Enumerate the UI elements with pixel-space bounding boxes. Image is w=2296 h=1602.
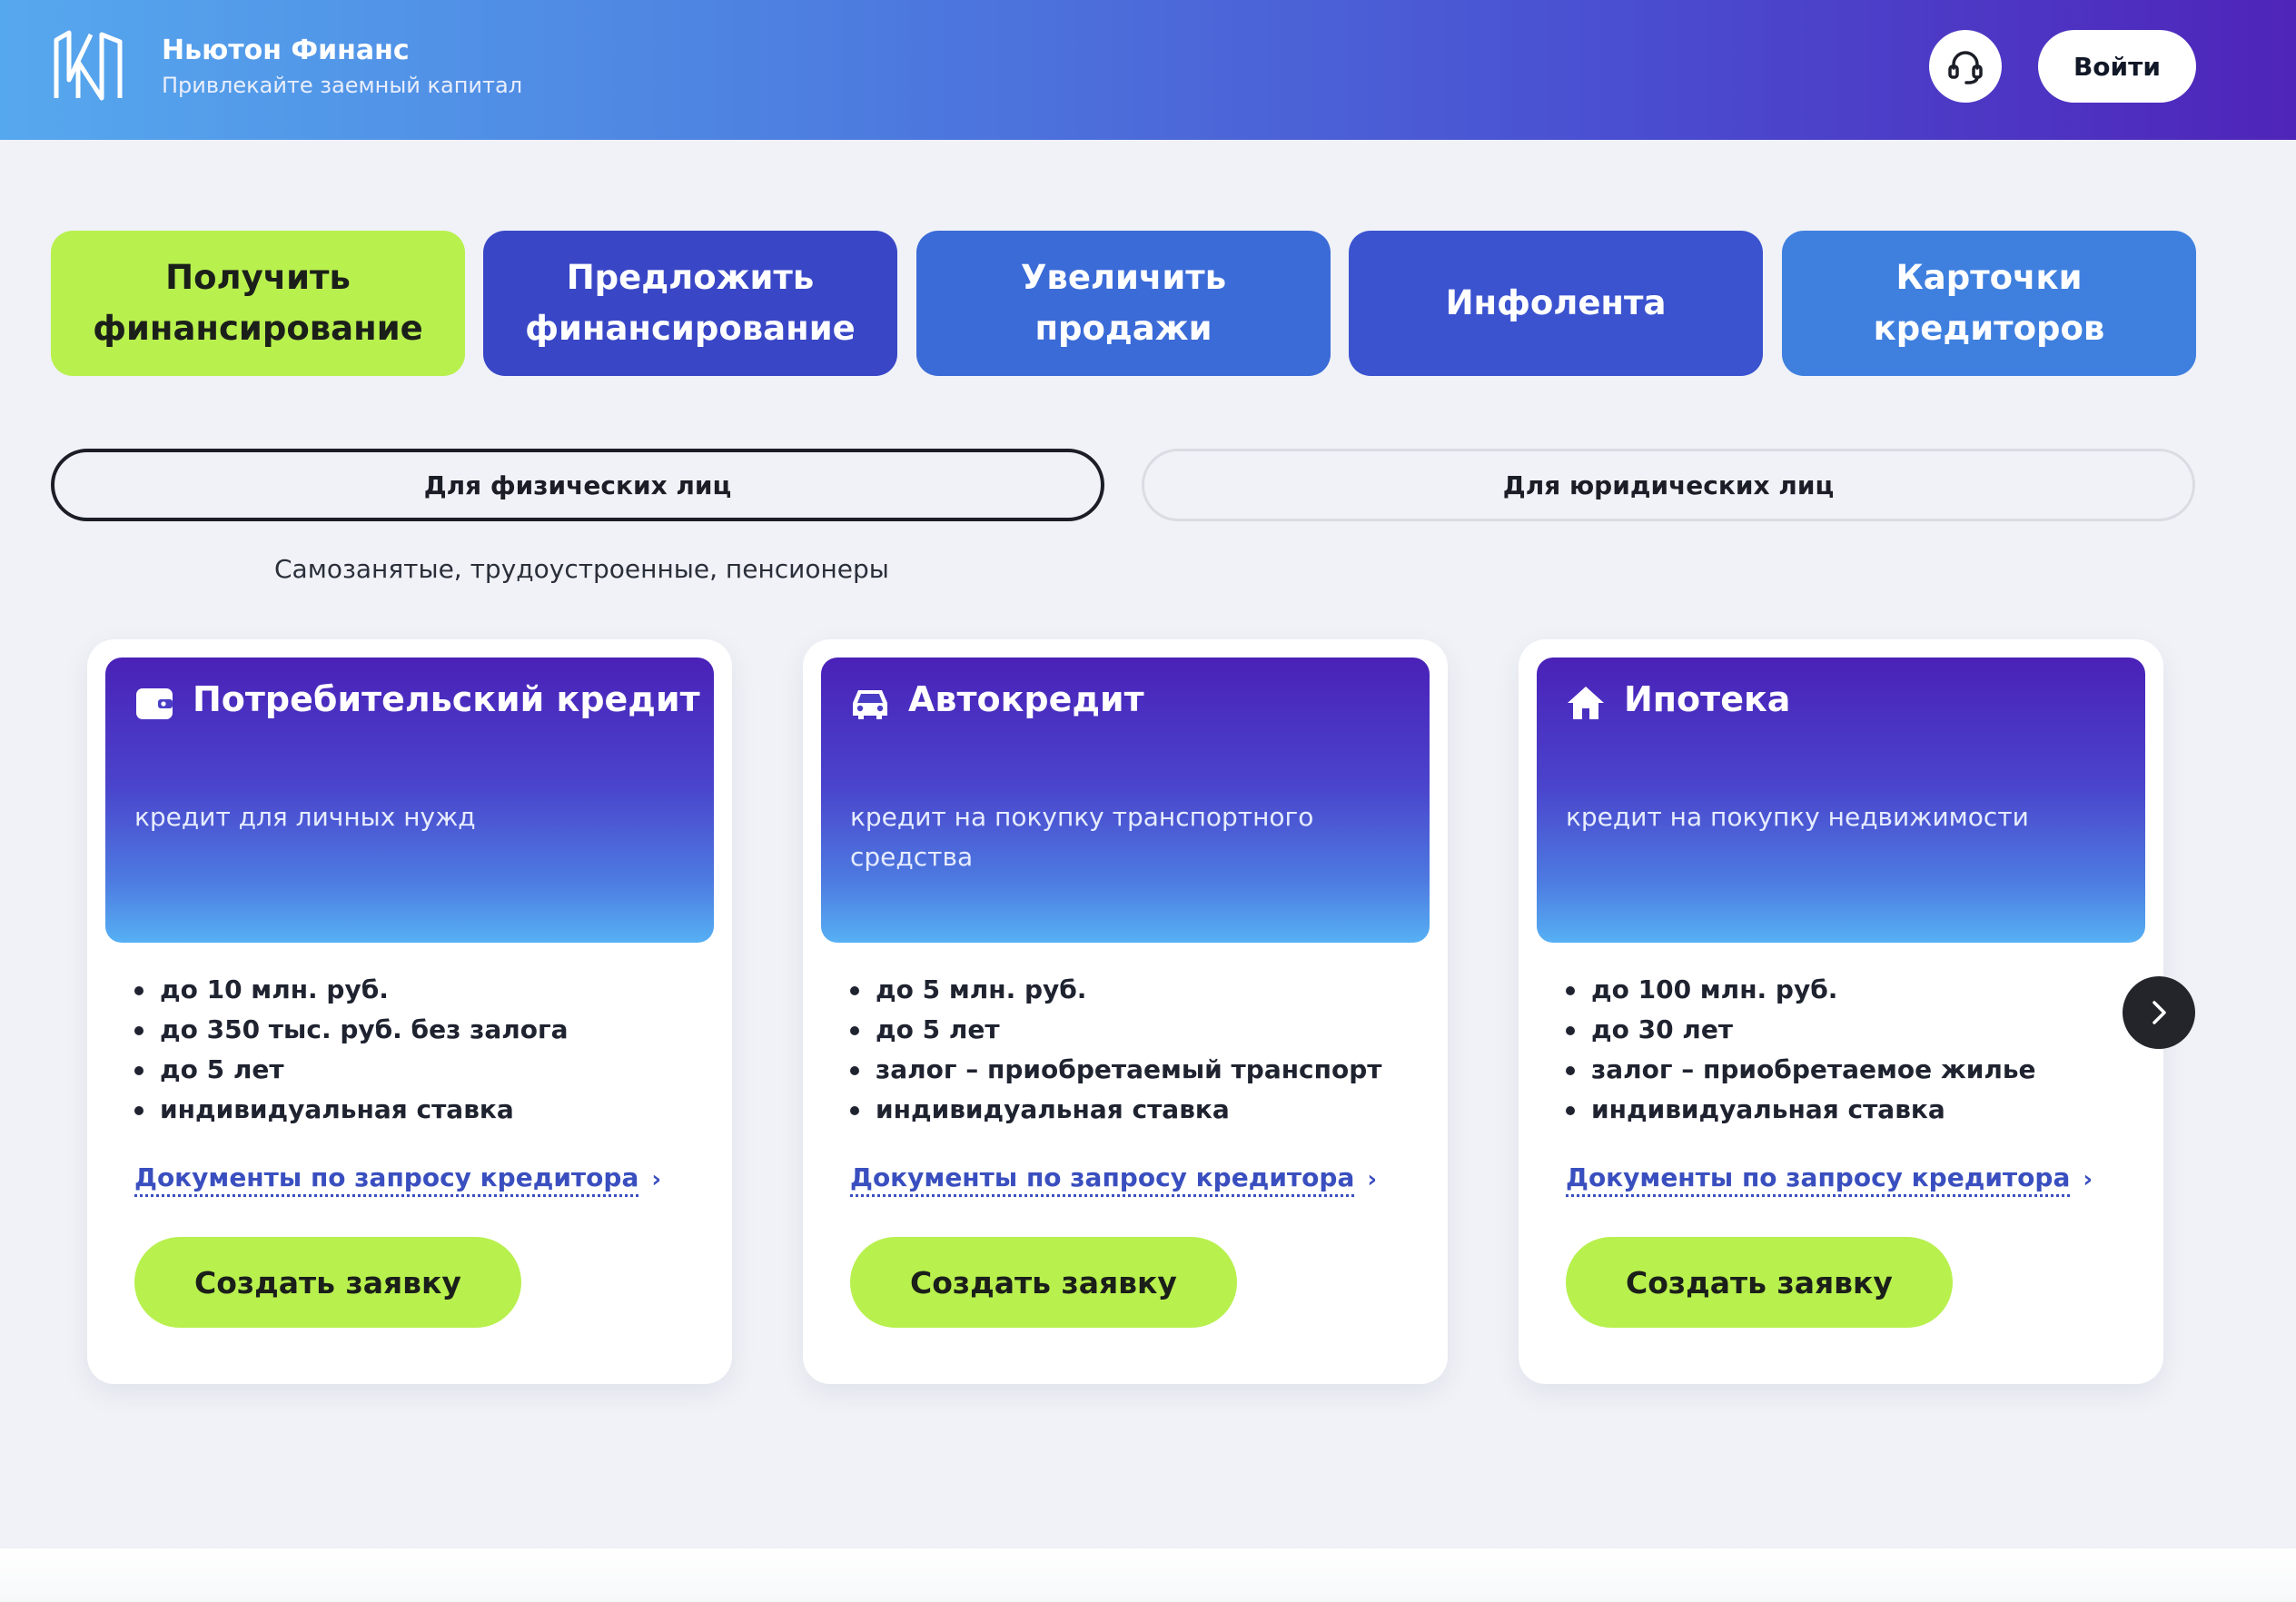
car-icon: [850, 683, 890, 723]
card-description: кредит на покупку транспортного средства: [850, 802, 1314, 872]
documents-link[interactable]: Документы по запросу кредитора ›: [134, 1162, 661, 1197]
list-item: до 5 лет: [850, 1010, 1420, 1050]
list-item: индивидуальная ставка: [1566, 1090, 2136, 1130]
documents-link[interactable]: Документы по запросу кредитора ›: [850, 1162, 1377, 1197]
list-item: индивидуальная ставка: [850, 1090, 1420, 1130]
nav-get-financing[interactable]: Получить финансирование: [51, 231, 465, 376]
tab-individuals[interactable]: Для физических лиц: [51, 449, 1104, 521]
feature-list: до 10 млн. руб. до 350 тыс. руб. без зал…: [134, 970, 705, 1130]
list-item: до 10 млн. руб.: [134, 970, 705, 1010]
list-item: до 5 млн. руб.: [850, 970, 1420, 1010]
documents-link-label: Документы по запросу кредитора: [134, 1162, 639, 1197]
documents-link[interactable]: Документы по запросу кредитора ›: [1566, 1162, 2093, 1197]
nav-label-line2: продажи: [1034, 309, 1212, 348]
list-item: залог – приобретаемое жилье: [1566, 1050, 2136, 1090]
card-description: кредит для личных нужд: [134, 802, 476, 832]
chevron-right-icon: ›: [1367, 1166, 1378, 1193]
card-header: Автокредит кредит на покупку транспортно…: [821, 658, 1430, 943]
feature-list: до 100 млн. руб. до 30 лет залог – приоб…: [1566, 970, 2136, 1130]
product-card-auto: Автокредит кредит на покупку транспортно…: [803, 639, 1448, 1384]
nav-increase-sales[interactable]: Увеличить продажи: [916, 231, 1331, 376]
footer-area: [0, 1548, 2296, 1602]
chevron-right-icon: [2152, 1001, 2166, 1024]
list-item: до 350 тыс. руб. без залога: [134, 1010, 705, 1050]
chevron-right-icon: ›: [2083, 1166, 2093, 1193]
list-item: до 30 лет: [1566, 1010, 2136, 1050]
segment-caption: Самозанятые, трудоустроенные, пенсионеры: [274, 554, 889, 584]
card-title: Потребительский кредит: [193, 679, 700, 719]
documents-link-label: Документы по запросу кредитора: [850, 1162, 1355, 1197]
feature-list: до 5 млн. руб. до 5 лет залог – приобрет…: [850, 970, 1420, 1130]
home-icon: [1566, 683, 1606, 723]
brand-tagline: Привлекайте заемный капитал: [162, 73, 523, 98]
nav-label-line1: Предложить: [566, 258, 815, 297]
nav-label-line2: финансирование: [93, 309, 423, 348]
product-card-mortgage: Ипотека кредит на покупку недвижимости д…: [1519, 639, 2163, 1384]
card-title: Автокредит: [908, 679, 1144, 719]
nav-label-line1: Карточки: [1895, 258, 2083, 297]
nav-infofeed[interactable]: Инфолента: [1349, 231, 1763, 376]
card-description: кредит на покупку недвижимости: [1566, 802, 2029, 832]
product-card-consumer: Потребительский кредит кредит для личных…: [87, 639, 732, 1384]
documents-link-label: Документы по запросу кредитора: [1566, 1162, 2071, 1197]
card-header: Потребительский кредит кредит для личных…: [105, 658, 714, 943]
create-application-button[interactable]: Создать заявку: [850, 1237, 1237, 1328]
carousel-next-button[interactable]: [2123, 976, 2195, 1049]
list-item: до 100 млн. руб.: [1566, 970, 2136, 1010]
create-application-button[interactable]: Создать заявку: [1566, 1237, 1953, 1328]
nav-label-line1: Получить: [165, 258, 351, 297]
nav-label-line2: финансирование: [525, 309, 856, 348]
headset-icon: [1948, 51, 1983, 84]
nav-offer-financing[interactable]: Предложить финансирование: [483, 231, 897, 376]
top-header: Ньютон Финанс Привлекайте заемный капита…: [0, 0, 2296, 140]
nav-label-line2: кредиторов: [1873, 309, 2105, 348]
logo-icon[interactable]: [51, 29, 125, 104]
nav-label-line1: Инфолента: [1445, 283, 1667, 322]
card-title: Ипотека: [1624, 679, 1791, 719]
nav-label-line1: Увеличить: [1020, 258, 1227, 297]
create-application-button[interactable]: Создать заявку: [134, 1237, 521, 1328]
nav-creditor-cards[interactable]: Карточки кредиторов: [1782, 231, 2196, 376]
login-button[interactable]: Войти: [2038, 30, 2196, 103]
support-button[interactable]: [1929, 30, 2002, 103]
card-header: Ипотека кредит на покупку недвижимости: [1537, 658, 2145, 943]
chevron-right-icon: ›: [651, 1166, 662, 1193]
brand-title: Ньютон Финанс: [162, 35, 410, 66]
wallet-icon: [134, 683, 174, 723]
list-item: залог – приобретаемый транспорт: [850, 1050, 1420, 1090]
list-item: индивидуальная ставка: [134, 1090, 705, 1130]
tab-legal-entities[interactable]: Для юридических лиц: [1142, 449, 2195, 521]
list-item: до 5 лет: [134, 1050, 705, 1090]
